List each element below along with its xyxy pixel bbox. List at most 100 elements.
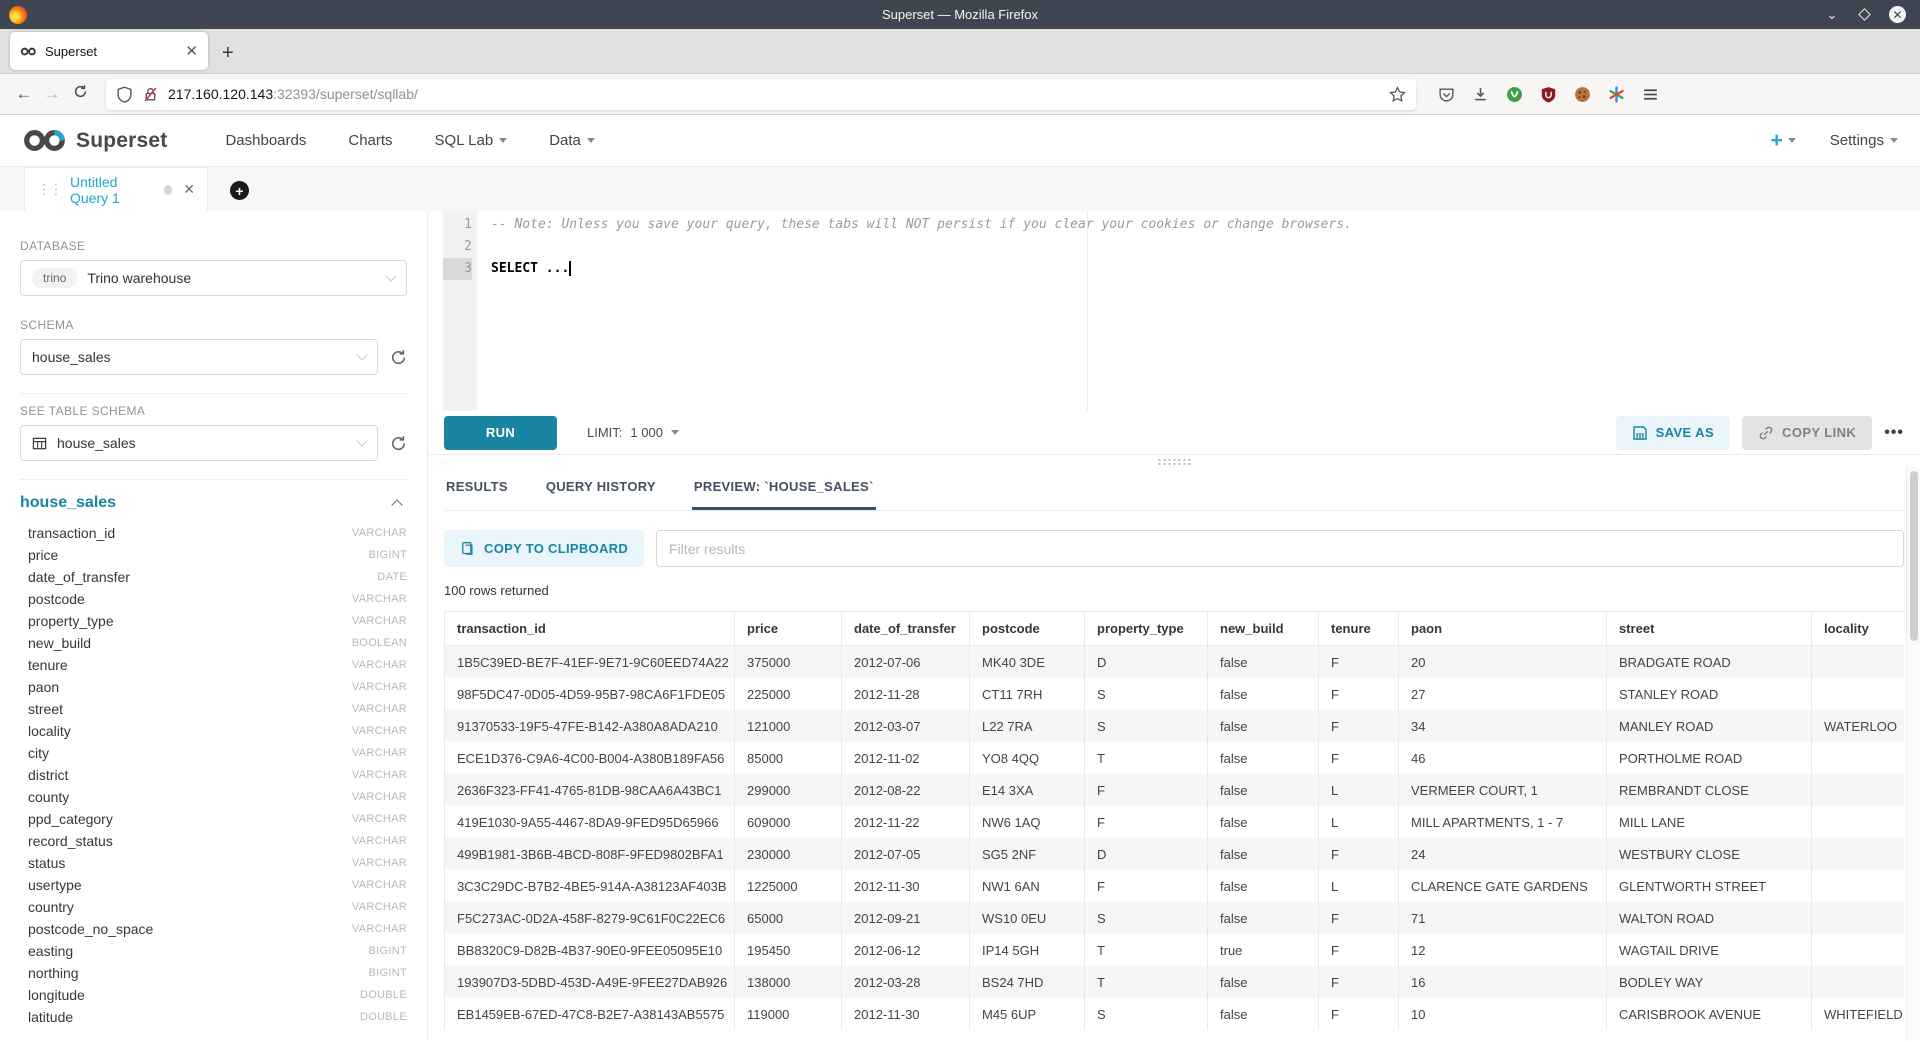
column-item[interactable]: ppd_categoryVARCHAR (20, 808, 407, 830)
results-table-wrap[interactable]: transaction_idpricedate_of_transferpostc… (444, 611, 1904, 1030)
column-item[interactable]: tenureVARCHAR (20, 654, 407, 676)
save-as-button[interactable]: SAVE AS (1616, 416, 1730, 450)
column-header[interactable]: property_type (1085, 612, 1208, 646)
copy-link-button[interactable]: COPY LINK (1742, 416, 1872, 450)
query-tab-untitled[interactable]: ⋮⋮ Untitled Query 1 ✕ (24, 167, 208, 211)
table-row[interactable]: 193907D3-5DBD-453D-A49E-9FEE27DAB9261380… (445, 966, 1905, 998)
close-window-icon[interactable]: ✕ (1889, 6, 1906, 23)
table-row[interactable]: 98F5DC47-0D05-4D59-95B7-98CA6F1FDE052250… (445, 678, 1905, 710)
ublock-icon[interactable] (1540, 86, 1557, 103)
table-row[interactable]: 91370533-19F5-47FE-B142-A380A8ADA2101210… (445, 710, 1905, 742)
table-row[interactable]: 1B5C39ED-BE7F-41EF-9E71-9C60EED74A223750… (445, 646, 1905, 679)
filter-results-input[interactable] (656, 530, 1904, 567)
column-item[interactable]: postcode_no_spaceVARCHAR (20, 918, 407, 940)
column-item[interactable]: property_typeVARCHAR (20, 610, 407, 632)
column-header[interactable]: date_of_transfer (842, 612, 970, 646)
sql-editor[interactable]: 1 2 3 -- Note: Unless you save your quer… (428, 211, 1920, 411)
lock-insecure-icon[interactable] (142, 86, 159, 103)
schema-select[interactable]: house_sales (20, 339, 378, 375)
database-select[interactable]: trino Trino warehouse (20, 260, 407, 296)
browser-tab[interactable]: Superset ✕ (10, 32, 208, 70)
add-new-button[interactable]: + (1771, 129, 1796, 153)
asterisk-extension-icon[interactable] (1608, 86, 1625, 103)
column-item[interactable]: northingBIGINT (20, 962, 407, 984)
column-header[interactable]: paon (1399, 612, 1607, 646)
refresh-schema-icon[interactable] (390, 349, 407, 366)
table-row[interactable]: 2636F323-FF41-4765-81DB-98CAA6A43BC12990… (445, 774, 1905, 806)
table-schema-title[interactable]: house_sales (20, 494, 393, 512)
limit-dropdown[interactable]: LIMIT: 1 000 (587, 425, 679, 440)
column-item[interactable]: postcodeVARCHAR (20, 588, 407, 610)
column-item[interactable]: priceBIGINT (20, 544, 407, 566)
table-row[interactable]: F5C273AC-0D2A-458F-8279-9C61F0C22EC66500… (445, 902, 1905, 934)
column-header[interactable]: transaction_id (445, 612, 735, 646)
nav-data[interactable]: Data (549, 132, 595, 149)
table-select[interactable]: house_sales (20, 425, 378, 461)
column-header[interactable]: new_build (1208, 612, 1319, 646)
url-text[interactable]: 217.160.120.143:32393/superset/sqllab/ (168, 86, 1380, 102)
copy-to-clipboard-button[interactable]: COPY TO CLIPBOARD (444, 530, 644, 567)
pane-resize-handle[interactable] (1157, 458, 1191, 465)
column-header[interactable]: postcode (970, 612, 1085, 646)
column-item[interactable]: latitudeDOUBLE (20, 1006, 407, 1028)
downloads-icon[interactable] (1472, 86, 1489, 103)
new-browser-tab-button[interactable]: + (222, 42, 234, 65)
query-tab-close-icon[interactable]: ✕ (183, 181, 195, 198)
column-item[interactable]: cityVARCHAR (20, 742, 407, 764)
scrollbar-thumb[interactable] (1910, 471, 1918, 641)
table-row[interactable]: EB1459EB-67ED-47C8-B2E7-A38143AB55751190… (445, 998, 1905, 1030)
refresh-table-icon[interactable] (390, 435, 407, 452)
column-item[interactable]: longitudeDOUBLE (20, 984, 407, 1006)
back-icon[interactable]: ← (10, 84, 38, 104)
column-item[interactable]: districtVARCHAR (20, 764, 407, 786)
superset-logo[interactable]: Superset (22, 129, 167, 153)
reload-icon[interactable] (66, 84, 94, 104)
column-header[interactable]: street (1607, 612, 1812, 646)
drag-handle-icon[interactable]: ⋮⋮ (37, 181, 61, 198)
table-row[interactable]: BB8320C9-D82B-4B37-90E0-9FEE05095E101954… (445, 934, 1905, 966)
column-item[interactable]: record_statusVARCHAR (20, 830, 407, 852)
table-row[interactable]: ECE1D376-C9A6-4C00-B004-A380B189FA568500… (445, 742, 1905, 774)
column-item[interactable]: paonVARCHAR (20, 676, 407, 698)
menu-hamburger-icon[interactable] (1642, 86, 1659, 103)
tab-query-history[interactable]: QUERY HISTORY (544, 467, 658, 510)
address-bar[interactable]: 217.160.120.143:32393/superset/sqllab/ (106, 79, 1416, 110)
column-item[interactable]: transaction_idVARCHAR (20, 522, 407, 544)
shield-icon[interactable] (116, 86, 133, 103)
bookmark-star-icon[interactable] (1389, 86, 1406, 103)
extension-green-icon[interactable] (1506, 86, 1523, 103)
tab-preview-house-sales[interactable]: PREVIEW: `HOUSE_SALES` (692, 467, 876, 510)
column-item[interactable]: statusVARCHAR (20, 852, 407, 874)
column-item[interactable]: date_of_transferDATE (20, 566, 407, 588)
nav-dashboards[interactable]: Dashboards (225, 132, 306, 149)
pocket-icon[interactable] (1438, 86, 1455, 103)
more-options-button[interactable]: ••• (1884, 424, 1904, 442)
tab-results[interactable]: RESULTS (444, 467, 510, 510)
column-item[interactable]: countyVARCHAR (20, 786, 407, 808)
vertical-scrollbar[interactable] (1906, 467, 1920, 1041)
column-item[interactable]: new_buildBOOLEAN (20, 632, 407, 654)
add-query-tab-button[interactable]: + (230, 181, 249, 200)
column-item[interactable]: localityVARCHAR (20, 720, 407, 742)
minimize-icon[interactable]: ⌄ (1824, 7, 1840, 23)
column-header[interactable]: price (735, 612, 842, 646)
column-header[interactable]: tenure (1319, 612, 1399, 646)
collapse-chevron-icon[interactable] (391, 499, 402, 510)
column-item[interactable]: eastingBIGINT (20, 940, 407, 962)
table-row[interactable]: 3C3C29DC-B7B2-4BE5-914A-A38123AF403B1225… (445, 870, 1905, 902)
column-header[interactable]: locality (1812, 612, 1905, 646)
forward-icon[interactable]: → (38, 84, 66, 104)
table-row[interactable]: 419E1030-9A55-4467-8DA9-9FED95D659666090… (445, 806, 1905, 838)
tab-close-icon[interactable]: ✕ (185, 42, 198, 60)
table-row[interactable]: 499B1981-3B6B-4BCD-808F-9FED9802BFA12300… (445, 838, 1905, 870)
maximize-icon[interactable] (1858, 8, 1871, 21)
editor-content[interactable]: -- Note: Unless you save your query, the… (477, 211, 1920, 411)
column-item[interactable]: countryVARCHAR (20, 896, 407, 918)
settings-menu[interactable]: Settings (1830, 132, 1898, 149)
column-item[interactable]: usertypeVARCHAR (20, 874, 407, 896)
nav-sqllab[interactable]: SQL Lab (435, 132, 508, 149)
nav-charts[interactable]: Charts (348, 132, 392, 149)
run-button[interactable]: RUN (444, 416, 557, 450)
cookie-extension-icon[interactable] (1574, 86, 1591, 103)
column-item[interactable]: streetVARCHAR (20, 698, 407, 720)
